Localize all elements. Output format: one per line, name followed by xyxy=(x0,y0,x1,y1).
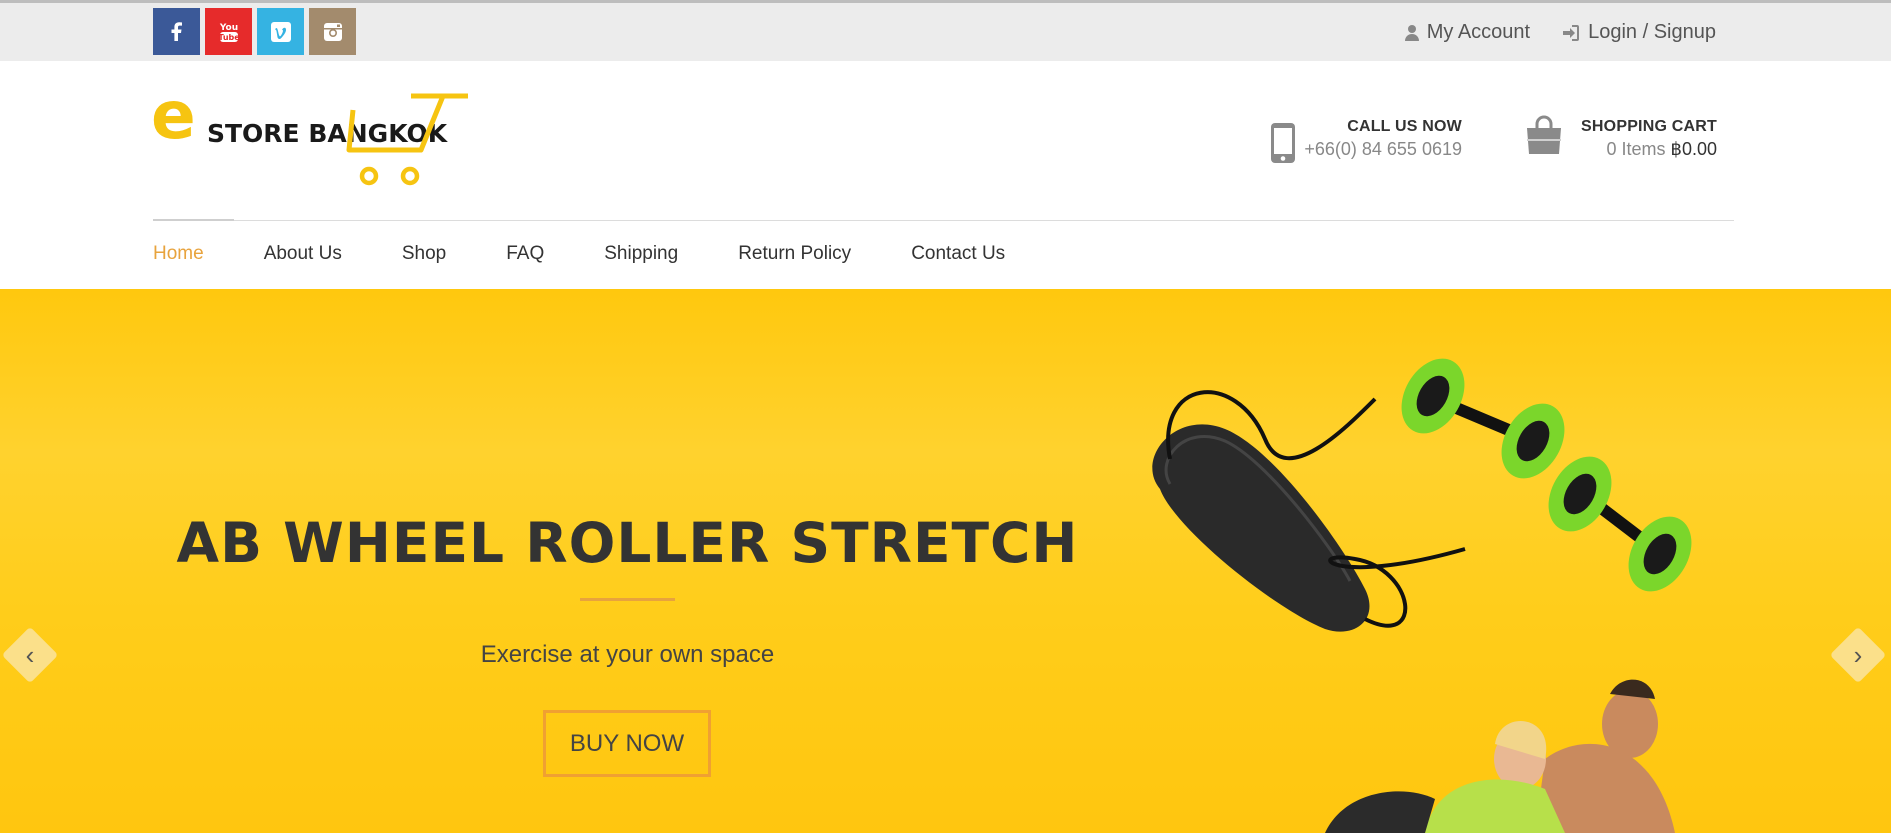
main-nav: Home About Us Shop FAQ Shipping Return P… xyxy=(153,243,1065,265)
slider-next-button[interactable]: › xyxy=(1829,626,1887,684)
call-us-block: CALL US NOW +66(0) 84 655 0619 xyxy=(1270,118,1462,166)
my-account-label: My Account xyxy=(1426,21,1531,43)
my-account-link[interactable]: My Account xyxy=(1404,21,1531,44)
cart-logo-icon: e STORE BANGKOK xyxy=(151,77,468,186)
youtube-button[interactable]: You Tube xyxy=(205,8,252,55)
store-logo[interactable]: e STORE BANGKOK xyxy=(151,77,473,190)
svg-text:You: You xyxy=(218,23,237,33)
nav-item-shop[interactable]: Shop xyxy=(402,243,446,265)
login-signup-label: Login / Signup xyxy=(1588,21,1716,43)
mobile-phone-icon xyxy=(1271,123,1295,163)
cart-items-count: 0 Items xyxy=(1606,139,1666,159)
youtube-icon: You Tube xyxy=(218,23,240,42)
hero-title: AB WHEEL ROLLER STRETCH xyxy=(176,511,1079,575)
buy-now-button[interactable]: BUY NOW xyxy=(543,710,711,777)
chevron-right-icon: › xyxy=(1853,639,1863,670)
nav-item-faq[interactable]: FAQ xyxy=(506,243,544,265)
logo-text: STORE BANGKOK xyxy=(207,119,449,148)
svg-text:Tube: Tube xyxy=(218,33,240,42)
slider-prev-button[interactable]: ‹ xyxy=(1,626,59,684)
shopping-cart-block[interactable]: SHOPPING CART 0 Items ฿0.00 xyxy=(1525,113,1717,165)
chevron-left-icon: ‹ xyxy=(25,639,35,670)
header-divider xyxy=(153,220,1734,221)
nav-item-about-us[interactable]: About Us xyxy=(264,243,342,265)
instagram-button[interactable] xyxy=(309,8,356,55)
facebook-icon xyxy=(171,21,182,41)
shopping-cart-label: SHOPPING CART xyxy=(1581,118,1717,135)
login-signup-link[interactable]: Login / Signup xyxy=(1562,21,1716,44)
social-links: You Tube xyxy=(153,8,356,55)
shopping-bag-icon xyxy=(1527,115,1561,154)
logo-letter: e xyxy=(153,90,196,154)
nav-item-shipping[interactable]: Shipping xyxy=(604,243,678,265)
vimeo-icon xyxy=(270,21,291,42)
facebook-button[interactable] xyxy=(153,8,200,55)
nav-item-home[interactable]: Home xyxy=(153,243,204,265)
sign-in-icon xyxy=(1563,24,1580,41)
call-us-label: CALL US NOW xyxy=(1347,118,1462,135)
top-bar: You Tube My Account Login / Signup xyxy=(0,0,1891,61)
vimeo-button[interactable] xyxy=(257,8,304,55)
cart-total: ฿0.00 xyxy=(1670,139,1718,159)
ab-wheel-product-image xyxy=(1152,358,1692,833)
nav-item-return-policy[interactable]: Return Policy xyxy=(738,243,851,265)
user-icon xyxy=(1404,24,1419,41)
instagram-icon xyxy=(323,22,342,41)
account-links: My Account Login / Signup xyxy=(1404,21,1716,44)
hero-subtitle: Exercise at your own space xyxy=(480,641,775,668)
phone-number[interactable]: +66(0) 84 655 0619 xyxy=(1304,139,1462,160)
active-nav-indicator xyxy=(153,219,234,221)
nav-item-contact-us[interactable]: Contact Us xyxy=(911,243,1005,265)
hero-divider xyxy=(580,598,675,601)
hero-slider: AB WHEEL ROLLER STRETCH Exercise at your… xyxy=(0,289,1891,833)
